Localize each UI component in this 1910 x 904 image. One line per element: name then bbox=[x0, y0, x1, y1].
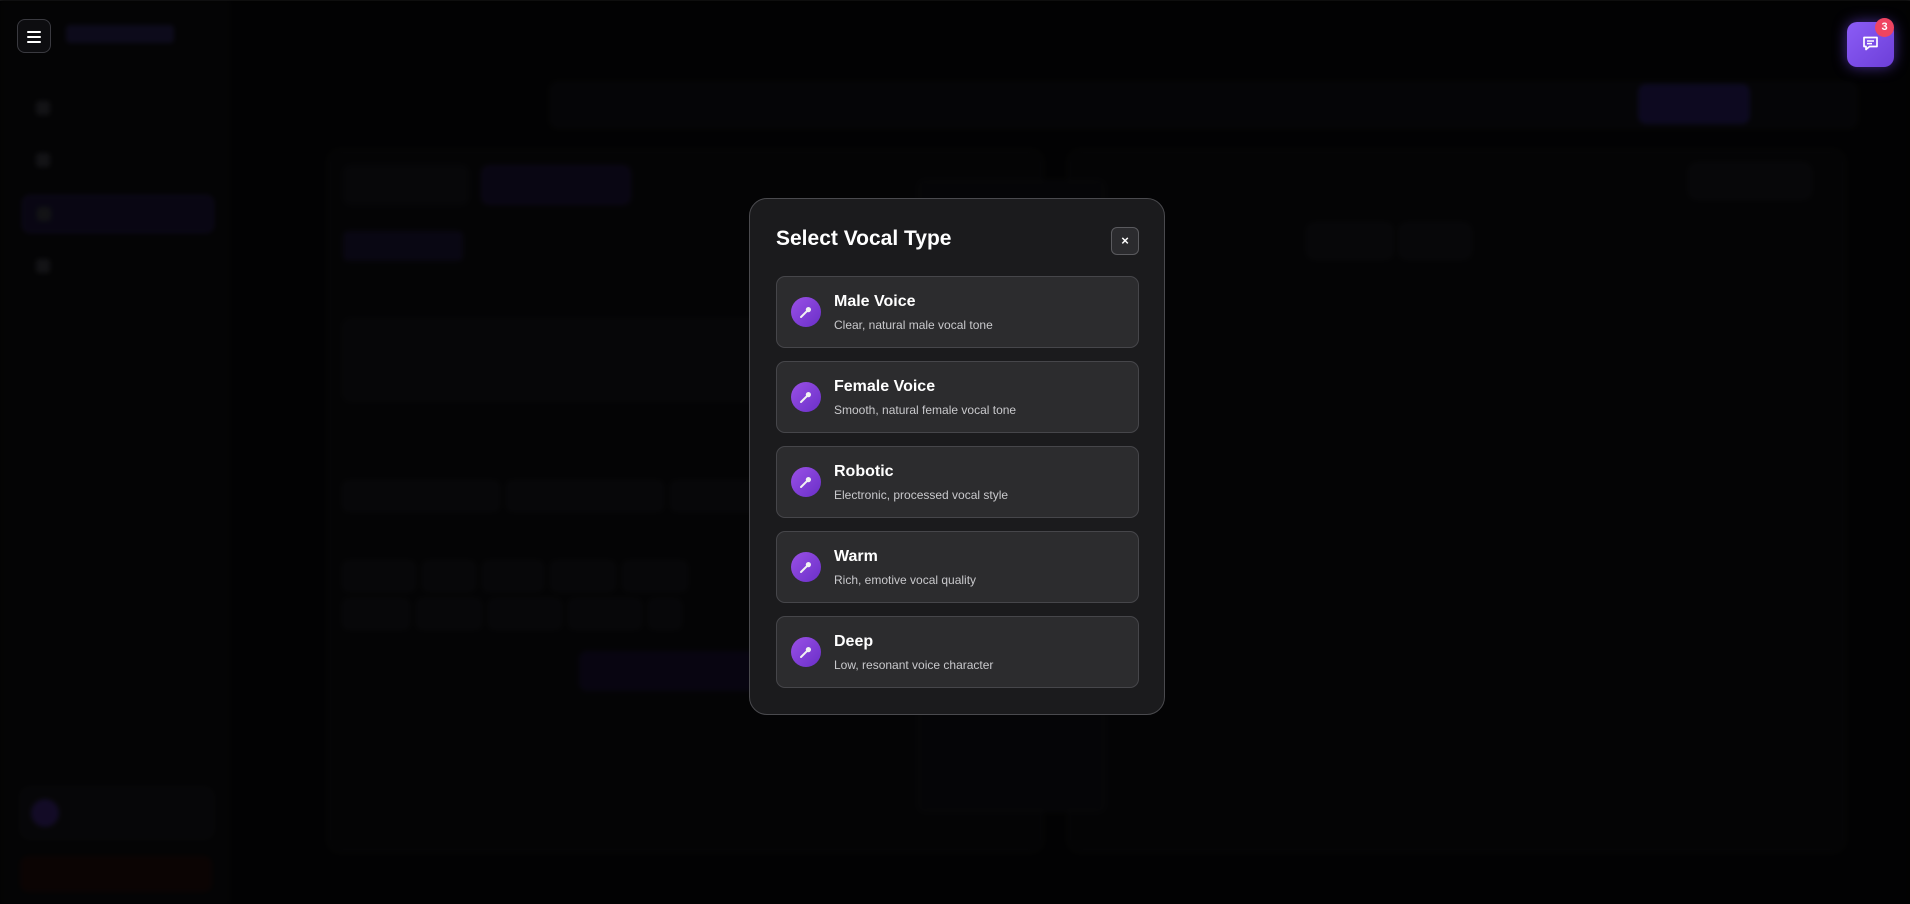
microphone-icon-badge bbox=[791, 467, 821, 497]
vocal-option-description: Low, resonant voice character bbox=[834, 658, 994, 672]
hamburger-menu-icon-bar bbox=[27, 36, 41, 38]
vocal-option-name: Male Voice bbox=[834, 293, 916, 310]
vocal-option-name: Robotic bbox=[834, 463, 894, 480]
vocal-option-female-voice[interactable]: Female Voice Smooth, natural female vocal… bbox=[776, 361, 1139, 433]
vocal-option-description: Smooth, natural female vocal tone bbox=[834, 403, 1017, 417]
vocal-option-description: Clear, natural male vocal tone bbox=[834, 318, 993, 332]
microphone-icon-badge bbox=[791, 552, 821, 582]
microphone-icon bbox=[800, 477, 811, 488]
microphone-icon-badge bbox=[791, 382, 821, 412]
microphone-icon bbox=[800, 392, 811, 403]
vocal-type-modal: Select Vocal Type × Male Voice Clear, nat… bbox=[749, 198, 1165, 715]
hamburger-menu-button[interactable] bbox=[17, 19, 51, 53]
microphone-icon-badge bbox=[791, 297, 821, 327]
vocal-option-male-voice[interactable]: Male Voice Clear, natural male vocal tone bbox=[776, 276, 1139, 348]
microphone-icon bbox=[800, 307, 811, 318]
microphone-icon bbox=[800, 647, 811, 658]
close-button[interactable]: × bbox=[1111, 227, 1139, 255]
vocal-option-warm[interactable]: Warm Rich, emotive vocal quality bbox=[776, 531, 1139, 603]
modal-title: Select Vocal Type bbox=[776, 227, 952, 250]
vocal-option-description: Electronic, processed vocal style bbox=[834, 488, 1009, 502]
microphone-icon bbox=[800, 562, 811, 573]
vocal-option-name: Female Voice bbox=[834, 378, 936, 395]
vocal-option-name: Warm bbox=[834, 548, 878, 565]
microphone-icon-badge bbox=[791, 637, 821, 667]
vocal-option-name: Deep bbox=[834, 633, 874, 650]
vocal-option-description: Rich, emotive vocal quality bbox=[834, 573, 977, 587]
vocal-option-deep[interactable]: Deep Low, resonant voice character bbox=[776, 616, 1139, 688]
vocal-option-robotic[interactable]: Robotic Electronic, processed vocal style bbox=[776, 446, 1139, 518]
notification-badge: 3 bbox=[1875, 18, 1894, 37]
chat-icon bbox=[1863, 36, 1878, 51]
hamburger-menu-icon-bar bbox=[27, 41, 41, 43]
hamburger-menu-icon bbox=[27, 31, 41, 33]
